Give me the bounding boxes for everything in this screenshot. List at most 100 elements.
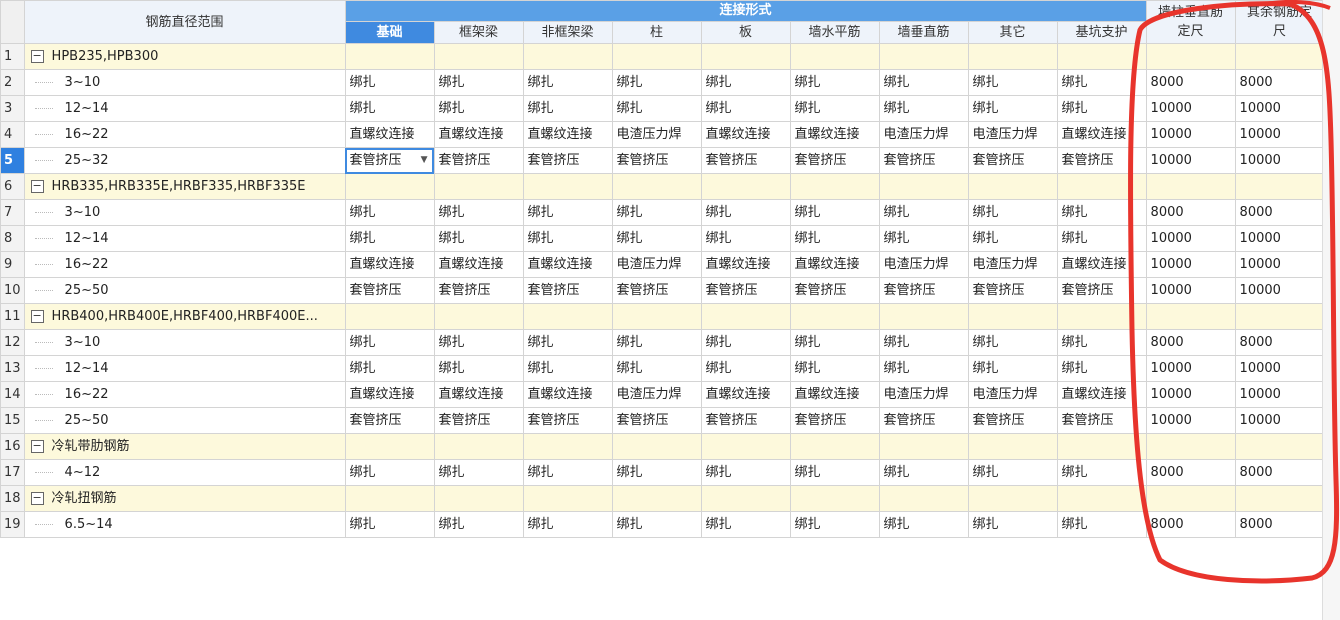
- row-number[interactable]: 12: [0, 329, 25, 356]
- connection-cell[interactable]: 套管挤压: [522, 407, 613, 434]
- table-row[interactable]: 17 4~12 绑扎 绑扎 绑扎 绑扎 绑扎 绑扎 绑扎 绑扎 绑扎 8000 8000: [0, 459, 1325, 486]
- row-number[interactable]: 13: [0, 355, 25, 382]
- group-empty-cell[interactable]: [433, 173, 524, 200]
- row-number[interactable]: 2: [0, 69, 25, 96]
- connection-cell[interactable]: 绑扎: [700, 355, 791, 382]
- connection-cell[interactable]: 套管挤压: [967, 407, 1058, 434]
- range-cell[interactable]: 3~10: [23, 199, 346, 226]
- group-empty-cell[interactable]: [967, 303, 1058, 330]
- collapse-toggle-icon[interactable]: −: [30, 440, 44, 453]
- connection-cell[interactable]: 绑扎: [522, 329, 613, 356]
- connection-cell[interactable]: 绑扎: [344, 329, 435, 356]
- length-cell[interactable]: 10000: [1234, 277, 1325, 304]
- connection-cell[interactable]: 套管挤压: [878, 277, 969, 304]
- connection-cell[interactable]: 绑扎: [700, 69, 791, 96]
- connection-cell[interactable]: 绑扎: [433, 459, 524, 486]
- range-cell[interactable]: 3~10: [23, 69, 346, 96]
- length-cell[interactable]: 10000: [1234, 251, 1325, 278]
- connection-cell[interactable]: 套管挤压: [700, 277, 791, 304]
- group-empty-cell[interactable]: [789, 303, 880, 330]
- connection-cell[interactable]: 绑扎: [967, 69, 1058, 96]
- row-number[interactable]: 18: [0, 485, 25, 512]
- row-number[interactable]: 17: [0, 459, 25, 486]
- connection-cell[interactable]: 绑扎: [522, 225, 613, 252]
- group-empty-cell[interactable]: [611, 303, 702, 330]
- group-row[interactable]: 16− 冷轧带肋钢筋: [0, 433, 1325, 460]
- connection-cell[interactable]: 绑扎: [611, 511, 702, 538]
- collapse-toggle-icon[interactable]: −: [30, 310, 44, 323]
- connection-cell[interactable]: 绑扎: [700, 225, 791, 252]
- table-row[interactable]: 14 16~22 直螺纹连接 直螺纹连接 直螺纹连接 电渣压力焊 直螺纹连接 直螺纹连接 电渣压…: [0, 381, 1325, 408]
- group-empty-cell[interactable]: [700, 485, 791, 512]
- connection-cell[interactable]: 套管挤压: [789, 277, 880, 304]
- connection-cell[interactable]: 绑扎: [433, 225, 524, 252]
- row-number[interactable]: 11: [0, 303, 25, 330]
- length-cell[interactable]: 8000: [1234, 459, 1325, 486]
- length-cell[interactable]: 10000: [1145, 225, 1236, 252]
- length-cell[interactable]: 8000: [1145, 69, 1236, 96]
- connection-cell[interactable]: 绑扎: [967, 329, 1058, 356]
- connection-cell[interactable]: 套管挤压: [522, 147, 613, 174]
- group-empty-cell[interactable]: [878, 43, 969, 70]
- group-empty-cell[interactable]: [1145, 173, 1236, 200]
- connection-cell[interactable]: 直螺纹连接: [789, 121, 880, 148]
- group-empty-cell[interactable]: [1234, 485, 1325, 512]
- length-cell[interactable]: 8000: [1234, 199, 1325, 226]
- connection-cell[interactable]: 绑扎: [1056, 69, 1147, 96]
- connection-cell[interactable]: 绑扎: [611, 459, 702, 486]
- connection-cell[interactable]: 绑扎: [522, 355, 613, 382]
- table-row[interactable]: 2 3~10 绑扎 绑扎 绑扎 绑扎 绑扎 绑扎 绑扎 绑扎 绑扎 8000 8000: [0, 69, 1325, 96]
- column-header-3[interactable]: 柱: [611, 21, 702, 44]
- range-cell[interactable]: − 冷轧扭钢筋: [23, 485, 346, 512]
- group-empty-cell[interactable]: [1056, 303, 1147, 330]
- connection-cell[interactable]: 套管挤压: [700, 147, 791, 174]
- connection-cell[interactable]: 电渣压力焊: [967, 381, 1058, 408]
- connection-cell[interactable]: 套管挤压: [967, 277, 1058, 304]
- connection-cell[interactable]: 电渣压力焊: [611, 381, 702, 408]
- range-cell[interactable]: 4~12: [23, 459, 346, 486]
- group-row[interactable]: 1− HPB235,HPB300: [0, 43, 1325, 70]
- length-cell[interactable]: 10000: [1234, 381, 1325, 408]
- group-empty-cell[interactable]: [967, 433, 1058, 460]
- range-cell[interactable]: − HPB235,HPB300: [23, 43, 346, 70]
- group-empty-cell[interactable]: [611, 173, 702, 200]
- connection-cell[interactable]: 绑扎: [789, 225, 880, 252]
- connection-cell[interactable]: 直螺纹连接: [1056, 121, 1147, 148]
- group-empty-cell[interactable]: [1056, 433, 1147, 460]
- connection-cell[interactable]: 绑扎: [878, 199, 969, 226]
- connection-cell[interactable]: 电渣压力焊: [611, 251, 702, 278]
- length-cell[interactable]: 8000: [1145, 511, 1236, 538]
- group-empty-cell[interactable]: [522, 485, 613, 512]
- connection-cell[interactable]: 直螺纹连接: [522, 251, 613, 278]
- connection-cell[interactable]: 直螺纹连接: [1056, 381, 1147, 408]
- table-row[interactable]: 15 25~50 套管挤压 套管挤压 套管挤压 套管挤压 套管挤压 套管挤压 套管挤压 套管挤压套…: [0, 407, 1325, 434]
- length-cell[interactable]: 10000: [1234, 407, 1325, 434]
- row-number[interactable]: 14: [0, 381, 25, 408]
- connection-cell[interactable]: 绑扎: [522, 95, 613, 122]
- row-number[interactable]: 16: [0, 433, 25, 460]
- range-cell[interactable]: 3~10: [23, 329, 346, 356]
- group-empty-cell[interactable]: [611, 485, 702, 512]
- group-empty-cell[interactable]: [878, 433, 969, 460]
- connection-cell[interactable]: 绑扎: [967, 511, 1058, 538]
- group-empty-cell[interactable]: [1145, 43, 1236, 70]
- range-cell[interactable]: 12~14: [23, 355, 346, 382]
- group-empty-cell[interactable]: [1056, 43, 1147, 70]
- connection-cell[interactable]: 绑扎: [878, 329, 969, 356]
- group-empty-cell[interactable]: [1056, 173, 1147, 200]
- table-row[interactable]: 10 25~50 套管挤压 套管挤压 套管挤压 套管挤压 套管挤压 套管挤压 套管挤压 套管挤压套…: [0, 277, 1325, 304]
- connection-cell[interactable]: 绑扎: [1056, 355, 1147, 382]
- connection-cell[interactable]: 绑扎: [611, 69, 702, 96]
- group-empty-cell[interactable]: [1145, 485, 1236, 512]
- connection-cell[interactable]: 绑扎: [878, 355, 969, 382]
- connection-cell[interactable]: 绑扎: [789, 355, 880, 382]
- connection-cell[interactable]: 绑扎: [1056, 511, 1147, 538]
- connection-cell[interactable]: 绑扎: [344, 459, 435, 486]
- range-cell[interactable]: 12~14: [23, 95, 346, 122]
- connection-cell[interactable]: 绑扎: [878, 225, 969, 252]
- range-cell[interactable]: − HRB335,HRB335E,HRBF335,HRBF335E: [23, 173, 346, 200]
- length-cell[interactable]: 10000: [1145, 381, 1236, 408]
- connection-cell[interactable]: 绑扎: [789, 511, 880, 538]
- collapse-toggle-icon[interactable]: −: [30, 50, 44, 63]
- connection-cell[interactable]: 直螺纹连接: [522, 381, 613, 408]
